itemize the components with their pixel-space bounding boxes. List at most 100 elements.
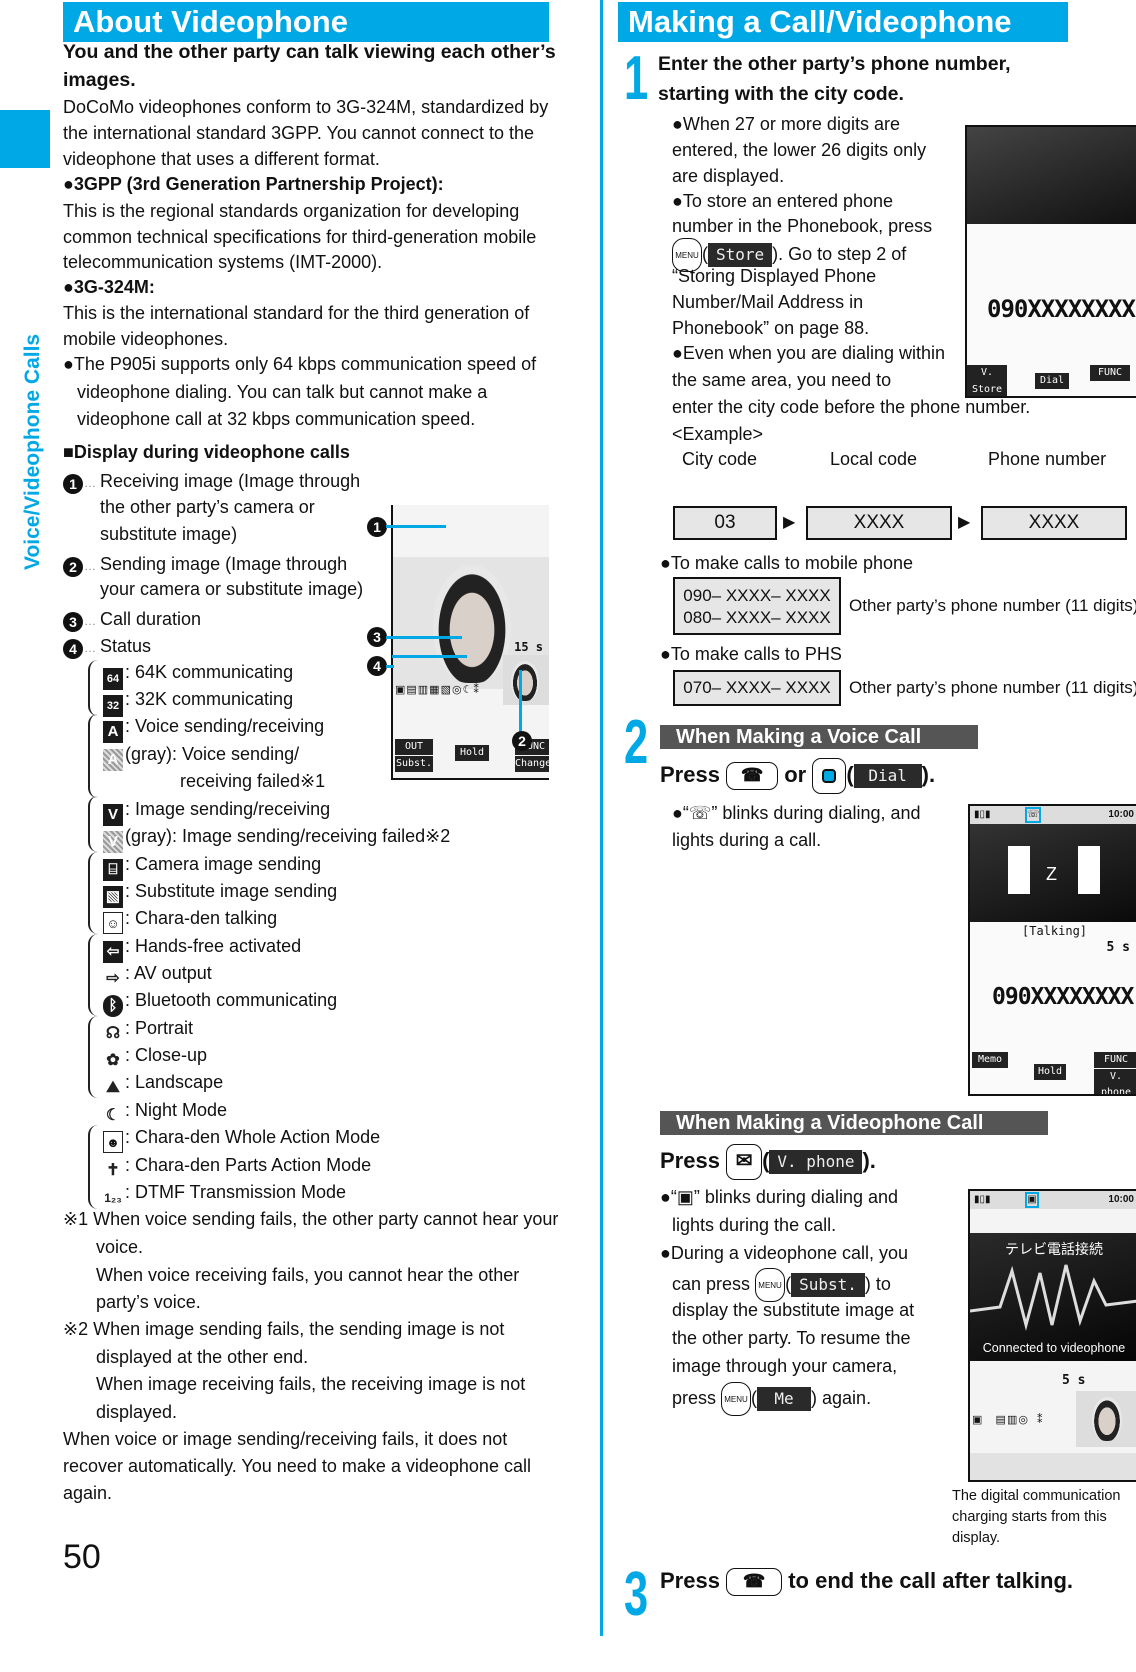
- side-tab-label: Voice/Videophone Calls: [21, 333, 44, 570]
- screen-caption: The digital communication: [952, 1488, 1121, 1504]
- speed-note: videophone dialing. You can talk but can…: [77, 382, 488, 402]
- screen-callout-3: 3: [367, 627, 387, 647]
- chara-den-whole-action-icon: ☻: [103, 1131, 123, 1153]
- or-text: or: [784, 761, 807, 787]
- leader-line: [386, 525, 446, 528]
- callout-2-badge: 2: [63, 557, 83, 577]
- gpp-text: common technical specifications for thir…: [63, 227, 537, 247]
- status-bar: ▮▯▮ ☏ 10:00: [970, 806, 1136, 824]
- softkey-func[interactable]: FUNC: [1090, 365, 1130, 381]
- note-text: displayed at the other end.: [96, 1347, 309, 1367]
- status-item: ☺: Chara-den talking: [103, 905, 277, 934]
- softkey-out[interactable]: OUT: [395, 739, 433, 755]
- press-text: Press: [660, 761, 720, 787]
- softkey-memo[interactable]: Memo: [972, 1052, 1008, 1068]
- videophone-indicator-icon: ▣: [1025, 1192, 1039, 1208]
- note-2: ※2 When image sending fails, the sending…: [63, 1316, 504, 1343]
- note-text: party’s voice.: [96, 1292, 201, 1312]
- video-press-instruction: Press ✉(V. phone).: [660, 1144, 876, 1180]
- call-duration: 5 s: [1106, 940, 1130, 955]
- status-item: ▧: Substitute image sending: [103, 878, 337, 908]
- intro-line: DoCoMo videophones conform to 3G-324M, s…: [63, 97, 549, 117]
- status-desc: : AV output: [125, 963, 212, 983]
- me-softkey-label: Me: [757, 1387, 812, 1411]
- callout-3-text: Call duration: [100, 609, 202, 629]
- waveform-graphic: [970, 1264, 1136, 1331]
- voice-failed-icon: A: [103, 749, 123, 771]
- page-number: 50: [63, 1538, 101, 1576]
- step-1-bullet: number in the Phonebook, press: [672, 216, 933, 236]
- softkey-hold[interactable]: Hold: [1034, 1064, 1066, 1080]
- step-3-number: 3: [624, 1560, 649, 1629]
- note-text: When voice sending fails, the other part…: [93, 1209, 559, 1229]
- dial-screen: 090XXXXXXXX V. phone Store Dial FUNC: [965, 125, 1136, 398]
- status-item: V (gray): Image sending/receiving failed※…: [103, 823, 450, 853]
- softkey-dial[interactable]: Dial: [1035, 373, 1069, 389]
- sending-image: [1076, 1391, 1136, 1447]
- voice-note: ●“☏” blinks during dialing, and: [672, 803, 921, 823]
- mobile-number-box: 090– XXXX– XXXX 080– XXXX– XXXX: [673, 577, 841, 635]
- video-note: ●“▣” blinks during dialing and: [660, 1187, 898, 1207]
- keypad-wallpaper: [967, 127, 1136, 224]
- status-desc-cont: receiving failed※1: [180, 771, 326, 791]
- status-bar: ▮▯▮ ▣ 10:00: [970, 1191, 1136, 1209]
- step-1-title: Enter the other party’s phone number,: [658, 53, 1011, 75]
- group-brace: [88, 934, 100, 1016]
- callout-1-text: the other party’s camera or: [100, 497, 315, 517]
- softkey-vphone[interactable]: V. phone: [1094, 1069, 1136, 1094]
- call-indicator-icon: ☏: [1025, 807, 1041, 823]
- status-desc: : Voice sending/receiving: [125, 716, 325, 736]
- note-text: displayed.: [96, 1402, 178, 1422]
- dialed-number: 090XXXXXXXX: [987, 295, 1136, 323]
- status-desc: : Hands-free activated: [125, 936, 302, 956]
- leader-line: [386, 665, 394, 668]
- phs-number-box: 070– XXXX– XXXX: [673, 670, 841, 706]
- softkey-store[interactable]: Store: [967, 382, 1007, 396]
- step-3-text: to end the call after talking.: [788, 1568, 1074, 1593]
- status-item: 1₂₃: DTMF Transmission Mode: [103, 1179, 346, 1209]
- leader-dots: …: [84, 614, 96, 628]
- press-text: Press: [660, 1568, 720, 1593]
- phs-title: ●To make calls to PHS: [660, 644, 842, 664]
- press-text: Press: [660, 1147, 720, 1173]
- screen-caption: charging starts from this: [952, 1509, 1107, 1525]
- city-code-box: 03: [673, 506, 777, 540]
- note-text: voice.: [96, 1237, 144, 1257]
- leader-line: [386, 636, 462, 639]
- m324-text: mobile videophones.: [63, 329, 229, 349]
- speed-note: ●The P905i supports only 64 kbps communi…: [63, 354, 537, 374]
- status-item: A (gray): Voice sending/: [103, 741, 299, 771]
- softkey-func[interactable]: FUNC: [1094, 1052, 1136, 1068]
- gpp-text: telecommunication systems (IMT-2000).: [63, 252, 383, 272]
- callout-3-badge: 3: [63, 612, 83, 632]
- closing-text: again.: [63, 1483, 113, 1503]
- closing-text: When voice or image sending/receiving fa…: [63, 1429, 508, 1449]
- screen-caption: display.: [952, 1530, 1001, 1546]
- step-3-instruction: Press ☎ to end the call after talking.: [660, 1567, 1074, 1597]
- me-post-text: ) again.: [811, 1387, 872, 1408]
- status-desc: : DTMF Transmission Mode: [125, 1182, 347, 1202]
- status-desc: : Chara-den talking: [125, 908, 278, 928]
- note-mark: ※2: [63, 1319, 89, 1339]
- status-icon-row: ▣ ▤▥◎ ⁑: [972, 1414, 1044, 1426]
- note-text: When image receiving fails, the receivin…: [96, 1374, 526, 1394]
- image-failed-icon: V: [103, 831, 123, 853]
- mobile-title: ●To make calls to mobile phone: [660, 553, 914, 573]
- call-duration: 15 s: [514, 640, 543, 654]
- section-heading-making-call: Making a Call/Videophone Call: [618, 2, 1068, 79]
- intro-line: videophone that uses a different format.: [63, 149, 380, 169]
- softkey-subst[interactable]: Subst.: [395, 756, 433, 772]
- lead-line-2: images.: [63, 69, 136, 91]
- center-key-icon: [812, 758, 847, 794]
- callout-1-badge: 1: [63, 474, 83, 494]
- screen-callout-2: 2: [512, 731, 532, 751]
- status-item: ⛰: Landscape: [103, 1069, 223, 1099]
- mail-key-icon: ✉: [726, 1144, 763, 1180]
- status-desc: : Chara-den Parts Action Mode: [125, 1155, 372, 1175]
- softkey-hold[interactable]: Hold: [455, 745, 489, 761]
- leader-dots: …: [84, 559, 96, 573]
- voice-icon: A: [103, 721, 123, 743]
- softkey-change[interactable]: Change: [515, 756, 549, 772]
- note-text: When image sending fails, the sending im…: [93, 1319, 505, 1339]
- status-desc: : 64K communicating: [125, 662, 294, 682]
